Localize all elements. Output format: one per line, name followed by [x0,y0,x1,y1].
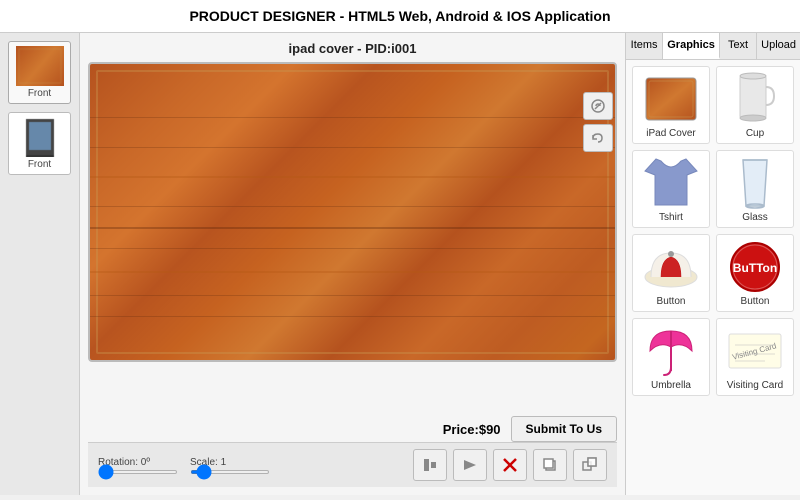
item-cap[interactable]: Button [632,234,710,312]
front-button[interactable] [573,449,607,481]
canvas-area: ipad cover - PID:i001 [80,33,625,495]
price-label: Price:$90 [443,422,501,437]
item-tshirt[interactable]: Tshirt [632,150,710,228]
align-icon [422,457,438,473]
price-row: Price:$90 Submit To Us [88,416,617,442]
tab-graphics[interactable]: Graphics [663,33,720,59]
item-label-cup: Cup [721,128,789,139]
items-grid: iPad Cover Cup [632,66,794,396]
ipad-cover-icon [641,71,701,126]
item-visiting-card[interactable]: Visiting Card Visiting Card [716,318,794,396]
link-button[interactable] [583,92,613,120]
submit-button[interactable]: Submit To Us [511,416,617,442]
app-header: PRODUCT DESIGNER - HTML5 Web, Android & … [0,0,800,33]
tab-items[interactable]: Items [626,33,663,59]
app-title: PRODUCT DESIGNER - HTML5 Web, Android & … [189,8,610,24]
item-label-button: Button [721,296,789,307]
cup-icon [725,71,785,126]
copy-button[interactable] [533,449,567,481]
tab-upload[interactable]: Upload [757,33,800,59]
thumbnail-label-2: Front [13,159,66,170]
item-label-tshirt: Tshirt [637,212,705,223]
controls-bar: Rotation: 0º Scale: 1 [88,442,617,487]
rotation-control: Rotation: 0º [98,457,178,474]
undo-button[interactable] [583,124,613,152]
link-icon [590,98,606,114]
align-button[interactable] [413,449,447,481]
grain-lines [90,64,615,360]
button-badge-icon: BuTTon [725,239,785,294]
umbrella-icon [641,323,701,378]
undo-icon [590,130,606,146]
cap-icon [641,239,701,294]
item-label-ipad-cover: iPad Cover [637,128,705,139]
right-panel: Items Graphics Text Upload [625,33,800,495]
copy-icon [542,457,558,473]
panel-tabs: Items Graphics Text Upload [626,33,800,60]
product-title: ipad cover - PID:i001 [88,41,617,56]
tab-text[interactable]: Text [720,33,757,59]
item-label-cap: Button [637,296,705,307]
rotation-slider[interactable] [98,470,178,474]
flip-icon [462,457,478,473]
item-ipad-cover[interactable]: iPad Cover [632,66,710,144]
glass-icon [725,155,785,210]
thumbnail-item-1[interactable]: Front [8,41,71,104]
item-cup[interactable]: Cup [716,66,794,144]
thumbnail-label-1: Front [13,88,66,99]
item-button[interactable]: BuTTon Button [716,234,794,312]
flip-button[interactable] [453,449,487,481]
delete-icon [502,457,518,473]
canvas-tools [583,92,613,152]
svg-text:BuTTon: BuTTon [733,261,777,275]
item-label-umbrella: Umbrella [637,380,705,391]
delete-button[interactable] [493,449,527,481]
item-label-glass: Glass [721,212,789,223]
thumbnail-panel: Front Front [0,33,80,495]
item-glass[interactable]: Glass [716,150,794,228]
front-icon [582,457,598,473]
product-canvas[interactable] [88,62,617,362]
panel-content: iPad Cover Cup [626,60,800,495]
item-umbrella[interactable]: Umbrella [632,318,710,396]
tshirt-icon [641,155,701,210]
toolbar-buttons [413,449,607,481]
thumbnail-item-2[interactable]: Front [8,112,71,175]
visiting-card-icon: Visiting Card [725,323,785,378]
item-label-visiting-card: Visiting Card [721,380,789,391]
ipad-cover-visual [90,64,615,360]
scale-slider[interactable] [190,470,270,474]
scale-control: Scale: 1 [190,457,270,474]
canvas-wrapper [88,62,617,410]
